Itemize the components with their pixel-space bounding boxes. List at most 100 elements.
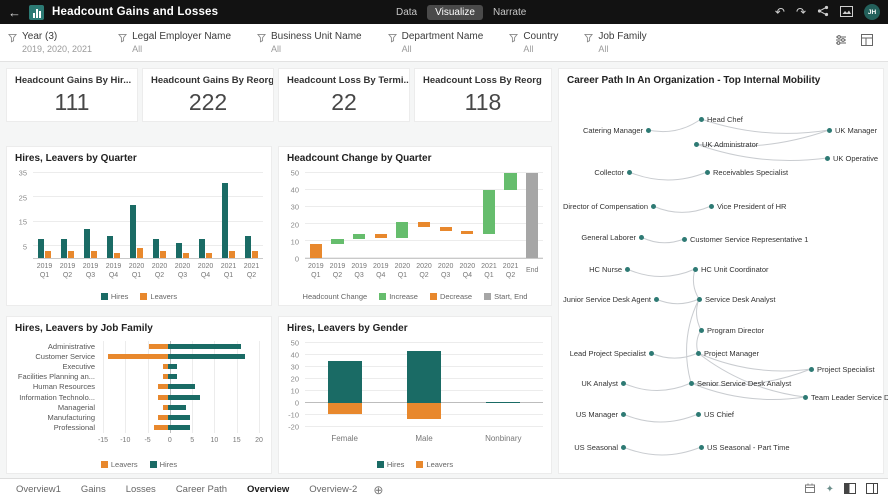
filter-item[interactable]: Legal Employer NameAll: [118, 31, 231, 54]
legend-item[interactable]: Headcount Change: [303, 292, 368, 301]
canvas-tab-overview[interactable]: Overview: [237, 479, 299, 500]
bar-hires[interactable]: [61, 239, 67, 258]
redo-icon[interactable]: ↷: [796, 6, 806, 18]
career-node[interactable]: [697, 297, 702, 302]
filter-item[interactable]: Business Unit NameAll: [257, 31, 362, 54]
bar-group[interactable]: [79, 173, 102, 258]
career-node[interactable]: [696, 351, 701, 356]
bar-hires[interactable]: [245, 236, 251, 258]
legend-item[interactable]: Increase: [379, 292, 418, 301]
bar-leavers[interactable]: [252, 251, 258, 258]
bar-leavers[interactable]: [206, 253, 212, 258]
bar-leavers[interactable]: [137, 248, 143, 258]
career-node[interactable]: [621, 412, 626, 417]
bar-leavers[interactable]: [328, 403, 362, 414]
canvas-tab-losses[interactable]: Losses: [116, 479, 166, 500]
career-node[interactable]: [709, 204, 714, 209]
canvas-tab-overview-2[interactable]: Overview-2: [299, 479, 367, 500]
bar-row[interactable]: Administrative: [15, 342, 259, 351]
bar-row[interactable]: Manufacturing: [15, 413, 259, 422]
career-node[interactable]: [646, 128, 651, 133]
bar-hires[interactable]: [222, 183, 228, 258]
mode-tab-data[interactable]: Data: [388, 5, 425, 20]
bar-hires[interactable]: [168, 354, 246, 359]
layout-right-icon[interactable]: [866, 481, 878, 499]
filter-item[interactable]: CountryAll: [509, 31, 558, 54]
bar-row[interactable]: Executive: [15, 362, 259, 371]
waterfall-bar-increase[interactable]: [504, 173, 516, 190]
bar-leavers[interactable]: [158, 415, 167, 420]
bar-row[interactable]: Professional: [15, 423, 259, 432]
bar-leavers[interactable]: [45, 251, 51, 258]
filter-item[interactable]: Job FamilyAll: [584, 31, 646, 54]
bar-leavers[interactable]: [68, 251, 74, 258]
bar-group[interactable]: [217, 173, 240, 258]
legend-item[interactable]: Leavers: [101, 460, 138, 469]
mode-tab-narrate[interactable]: Narrate: [485, 5, 534, 20]
bar-hires[interactable]: [328, 361, 362, 403]
legend-item[interactable]: Hires: [150, 460, 178, 469]
career-node[interactable]: [827, 128, 832, 133]
career-node[interactable]: [649, 351, 654, 356]
avatar[interactable]: JH: [864, 4, 880, 20]
career-node[interactable]: [689, 381, 694, 386]
legend-item[interactable]: Leavers: [140, 292, 177, 301]
bar-leavers[interactable]: [160, 251, 166, 258]
assistant-spark-icon[interactable]: ✦: [826, 484, 834, 495]
canvas-tab-overview1[interactable]: Overview1: [6, 479, 71, 500]
bar-group[interactable]: [125, 173, 148, 258]
career-node[interactable]: [825, 156, 830, 161]
filter-settings-icon[interactable]: [834, 33, 848, 52]
mode-tab-visualize[interactable]: Visualize: [427, 5, 483, 20]
bar-leavers[interactable]: [158, 395, 167, 400]
bar-hires[interactable]: [168, 425, 191, 430]
waterfall-bar-decrease[interactable]: [418, 222, 430, 227]
career-node[interactable]: [693, 267, 698, 272]
bar-group[interactable]: [33, 173, 56, 258]
present-icon[interactable]: [840, 6, 853, 19]
visualization-panel-icon[interactable]: [860, 33, 874, 52]
career-node[interactable]: [651, 204, 656, 209]
bar-group[interactable]: [171, 173, 194, 258]
bar-row[interactable]: Customer Service: [15, 352, 259, 361]
legend-item[interactable]: Start, End: [484, 292, 527, 301]
bar-leavers[interactable]: [229, 251, 235, 258]
bar-leavers[interactable]: [154, 425, 168, 430]
kpi-tile[interactable]: Headcount Gains By Hir...111: [6, 68, 138, 122]
bar-leavers[interactable]: [407, 403, 441, 419]
waterfall-bar-end[interactable]: [526, 173, 538, 258]
layout-left-icon[interactable]: [844, 481, 856, 499]
career-node[interactable]: [625, 267, 630, 272]
bar-hires[interactable]: [153, 239, 159, 258]
bar-leavers[interactable]: [108, 354, 167, 359]
undo-icon[interactable]: ↶: [775, 6, 785, 18]
bar-hires[interactable]: [168, 395, 200, 400]
back-icon[interactable]: ←: [8, 5, 21, 20]
career-node[interactable]: [694, 142, 699, 147]
bar-hires[interactable]: [130, 205, 136, 258]
legend-item[interactable]: Hires: [377, 460, 405, 469]
legend-item[interactable]: Decrease: [430, 292, 472, 301]
bar-group[interactable]: [56, 173, 79, 258]
career-node[interactable]: [705, 170, 710, 175]
bar-hires[interactable]: [84, 229, 90, 258]
career-node[interactable]: [699, 328, 704, 333]
career-node[interactable]: [803, 395, 808, 400]
career-node[interactable]: [654, 297, 659, 302]
bar-hires[interactable]: [176, 243, 182, 258]
add-canvas-icon[interactable]: ⊕: [373, 483, 383, 497]
share-icon[interactable]: [817, 5, 829, 19]
waterfall-bar-increase[interactable]: [353, 234, 365, 239]
bar-hires[interactable]: [168, 415, 191, 420]
career-node[interactable]: [621, 445, 626, 450]
waterfall-bar-decrease[interactable]: [375, 234, 387, 237]
bar-group[interactable]: [102, 173, 125, 258]
bar-row[interactable]: Facilities Planning an...: [15, 372, 259, 381]
canvas-tab-career-path[interactable]: Career Path: [166, 479, 237, 500]
kpi-tile[interactable]: Headcount Gains By Reorg222: [142, 68, 274, 122]
career-node[interactable]: [627, 170, 632, 175]
career-node[interactable]: [699, 445, 704, 450]
bar-group[interactable]: [240, 173, 263, 258]
waterfall-bar-decrease[interactable]: [440, 227, 452, 230]
bar-leavers[interactable]: [183, 253, 189, 258]
